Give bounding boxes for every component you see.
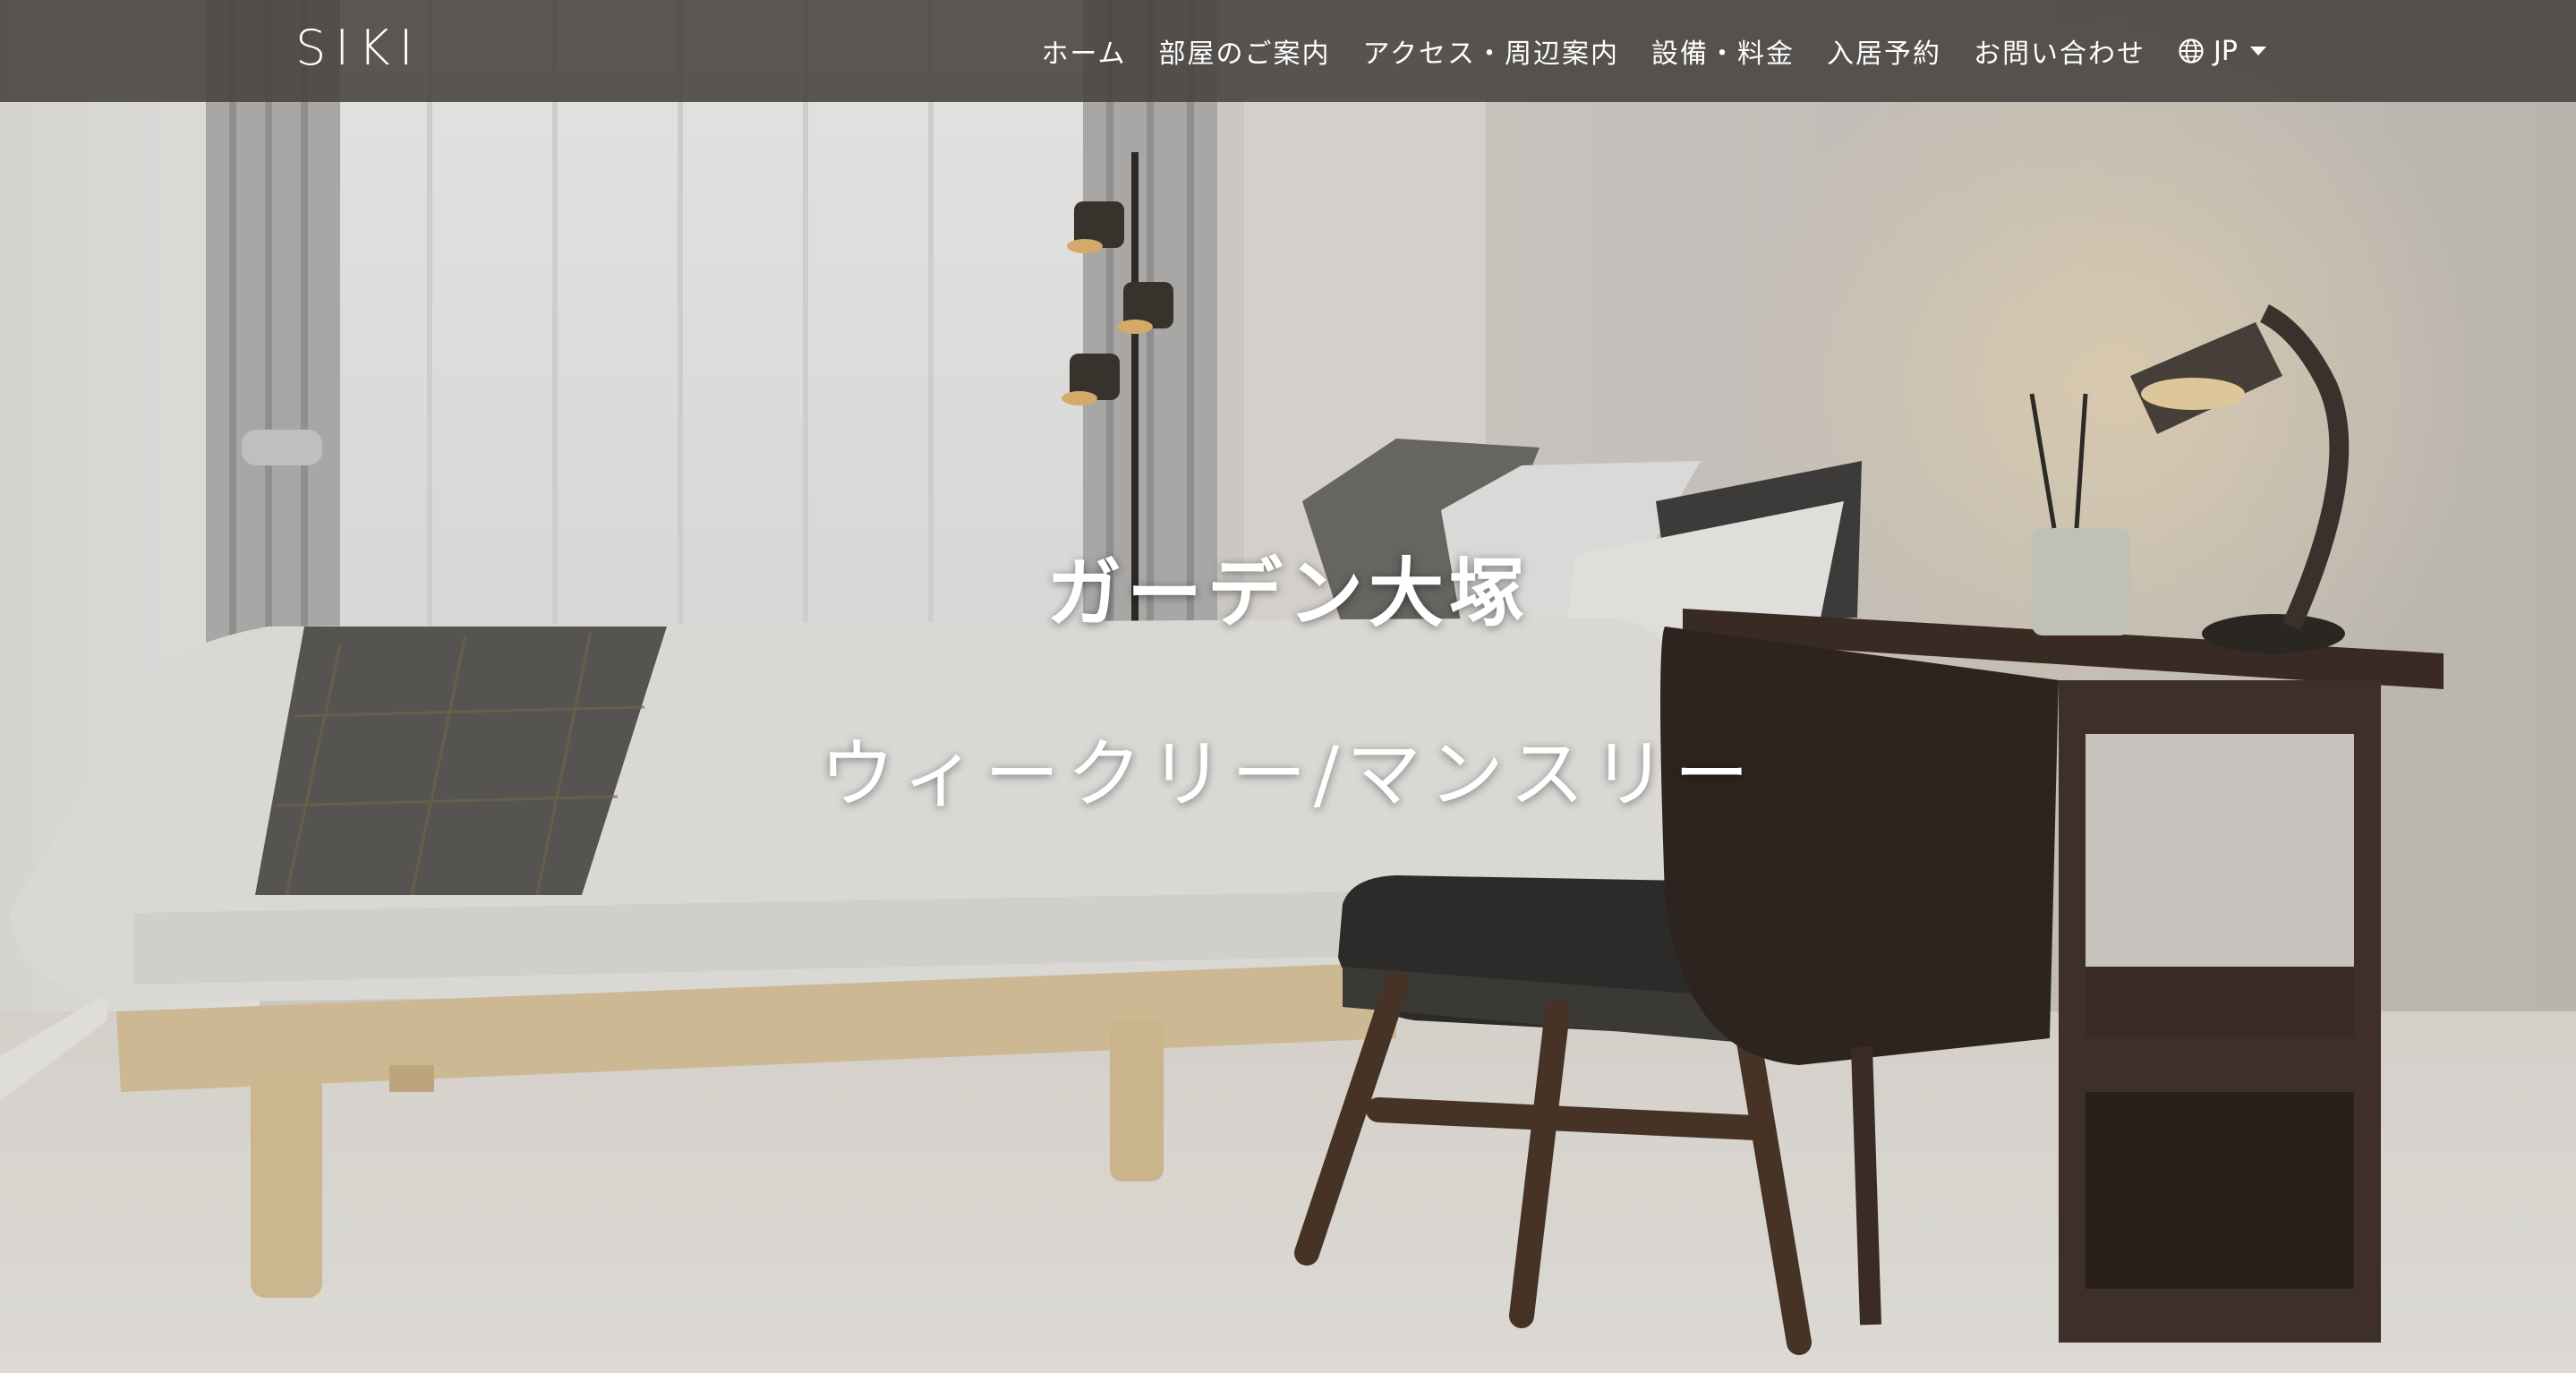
globe-icon — [2179, 38, 2204, 64]
chevron-down-icon — [2250, 47, 2266, 55]
hero-subtitle: ウィークリー/マンスリー — [819, 730, 1757, 818]
language-dropdown[interactable]: JP — [2178, 36, 2266, 67]
nav-item-home[interactable]: ホーム — [1041, 31, 1126, 71]
nav-item-reservation[interactable]: 入居予約 — [1827, 31, 1941, 71]
language-label: JP — [2213, 35, 2238, 67]
nav-item-rooms[interactable]: 部屋のご案内 — [1159, 31, 1331, 71]
brand-logo[interactable]: SIKI — [295, 20, 422, 77]
hero-background-photo — [0, 0, 2576, 1373]
top-navbar: SIKI ホーム 部屋のご案内 アクセス・周辺案内 設備・料金 入居予約 お問い… — [0, 0, 2576, 102]
nav-item-facilities-fees[interactable]: 設備・料金 — [1651, 31, 1795, 71]
nav-item-access[interactable]: アクセス・周辺案内 — [1363, 31, 1620, 71]
hero-title: ガーデン大塚 — [1045, 549, 1530, 637]
nav-item-contact[interactable]: お問い合わせ — [1974, 31, 2145, 71]
main-nav: ホーム 部屋のご案内 アクセス・周辺案内 設備・料金 入居予約 お問い合わせ J… — [1041, 0, 2266, 102]
